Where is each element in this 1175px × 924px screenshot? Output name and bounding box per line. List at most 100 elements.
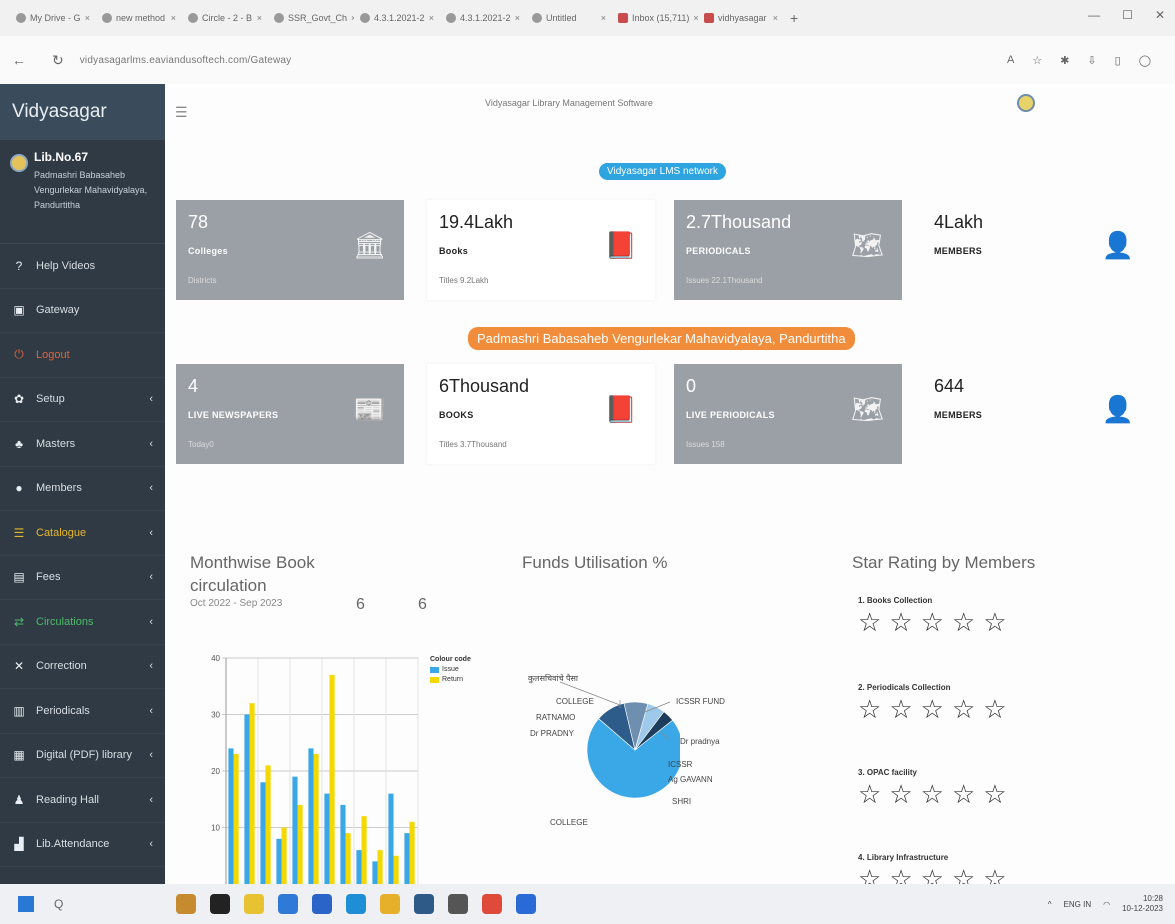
stat-card[interactable]: 4 LIVE NEWSPAPERS Today0 📰 (176, 364, 404, 464)
taskbar-app-icon[interactable] (346, 894, 366, 914)
map-icon: 🗺 (850, 230, 884, 260)
star-icon[interactable]: ☆ (952, 694, 975, 724)
file-icon: ▦ (13, 748, 25, 763)
url-field[interactable]: vidyasagarlms.eaviandusoftech.com/Gatewa… (80, 55, 292, 66)
browser-tab[interactable]: Inbox (15,711) × (612, 5, 698, 31)
stat-value: 78 (188, 212, 209, 232)
stat-label: MEMBERS (934, 410, 983, 420)
star-icon[interactable]: ☆ (921, 779, 944, 809)
star-icon[interactable]: ☆ (952, 779, 975, 809)
legend-swatch (430, 676, 439, 683)
tab-close-icon[interactable]: × (257, 13, 262, 23)
bar-issue-1 (228, 748, 234, 884)
tab-close-icon[interactable]: × (515, 13, 520, 23)
star-icon[interactable]: ☆ (858, 607, 881, 637)
maximize-icon[interactable]: ☐ (1122, 8, 1133, 22)
extensions-icon[interactable]: ✱ (1060, 54, 1069, 67)
taskbar-app-icon[interactable] (176, 894, 196, 914)
sidebar-item-correction[interactable]: ✕ Correction ‹ (0, 645, 165, 689)
sidebar-item-logout[interactable]: ⏻ Logout (0, 333, 165, 378)
tab-close-icon[interactable]: × (601, 13, 606, 23)
taskbar-app-icon[interactable] (244, 894, 264, 914)
taskbar-app-icon[interactable] (312, 894, 332, 914)
sidebar-item-members[interactable]: ● Members ‹ (0, 467, 165, 511)
star-icon[interactable]: ☆ (921, 607, 944, 637)
sidebar-item-help-videos[interactable]: ? Help Videos (0, 244, 165, 289)
star-icon[interactable]: ☆ (983, 607, 1006, 637)
stat-card[interactable]: 2.7Thousand PERIODICALS Issues 22.1Thousan… (674, 200, 902, 300)
profile-icon[interactable]: ◯ (1139, 54, 1151, 67)
close-icon[interactable]: ✕ (1155, 8, 1165, 22)
minimize-icon[interactable]: — (1088, 8, 1100, 22)
star-icon[interactable]: ☆ (889, 607, 912, 637)
stat-card[interactable]: 4Lakh MEMBERS 👤 (922, 200, 1152, 300)
star-icon[interactable]: ☆ (889, 864, 912, 886)
bar-issue-6 (308, 748, 314, 884)
translate-icon[interactable]: A (1007, 54, 1014, 67)
tab-close-icon[interactable]: × (85, 13, 90, 23)
stat-card[interactable]: 0 LIVE PERIODICALS Issues 158 🗺 (674, 364, 902, 464)
browser-tab[interactable]: Circle - 2 - B × (182, 5, 268, 31)
browser-tab[interactable]: Untitled × (526, 5, 612, 31)
bookmark-icon[interactable]: ☆ (1032, 54, 1042, 67)
star-icon[interactable]: ☆ (889, 779, 912, 809)
star-icon[interactable]: ☆ (983, 779, 1006, 809)
sidebar-item-periodicals[interactable]: ▥ Periodicals ‹ (0, 689, 165, 734)
star-icon[interactable]: ☆ (952, 607, 975, 637)
browser-tab[interactable]: new method × (96, 5, 182, 31)
clock[interactable]: 10:28 10-12-2023 (1122, 894, 1163, 914)
tab-close-icon[interactable]: × (171, 13, 176, 23)
back-icon[interactable]: ← (12, 52, 26, 69)
user-avatar-icon[interactable] (1017, 94, 1035, 112)
sidebar-item-digital-pdf-library[interactable]: ▦ Digital (PDF) library ‹ (0, 734, 165, 778)
taskbar-app-icon[interactable] (414, 894, 434, 914)
star-icon[interactable]: ☆ (921, 694, 944, 724)
sidebar-item-lib-attendance[interactable]: ▟ Lib.Attendance ‹ (0, 823, 165, 867)
download-icon[interactable]: ⇩ (1087, 54, 1096, 67)
star-icon[interactable]: ☆ (983, 694, 1006, 724)
sidebar-item-catalogue[interactable]: ☰ Catalogue ‹ (0, 511, 165, 556)
sidepanel-icon[interactable]: ▯ (1115, 54, 1121, 67)
taskbar-app-icon[interactable] (278, 894, 298, 914)
wifi-icon[interactable]: ◠ (1103, 900, 1110, 909)
user-icon: 👤 (1101, 394, 1134, 424)
tab-close-icon[interactable]: × (773, 13, 778, 23)
hamburger-icon[interactable]: ☰ (175, 104, 188, 121)
star-icon[interactable]: ☆ (921, 864, 944, 886)
star-icon[interactable]: ☆ (858, 779, 881, 809)
sidebar-item-circulations[interactable]: ⇄ Circulations ‹ (0, 600, 165, 645)
star-icon[interactable]: ☆ (858, 864, 881, 886)
browser-tab[interactable]: My Drive - G × (10, 5, 96, 31)
taskbar-app-icon[interactable] (380, 894, 400, 914)
star-icon[interactable]: ☆ (889, 694, 912, 724)
windows-start-icon[interactable] (18, 896, 34, 912)
star-icon[interactable]: ☆ (983, 864, 1006, 886)
stat-card[interactable]: 644 MEMBERS 👤 (922, 364, 1152, 464)
reload-icon[interactable]: ↻ (52, 52, 64, 69)
taskbar-app-icon[interactable] (482, 894, 502, 914)
sidebar-item-masters[interactable]: ♣ Masters ‹ (0, 422, 165, 467)
browser-tab[interactable]: 4.3.1.2021-2 × (354, 5, 440, 31)
taskbar-app-icon[interactable] (516, 894, 536, 914)
funds-title: Funds Utilisation % (522, 553, 668, 572)
brand-title[interactable]: Vidyasagar (0, 84, 165, 140)
star-icon[interactable]: ☆ (952, 864, 975, 886)
browser-tab[interactable]: SSR_Govt_Ch × (268, 5, 354, 31)
sidebar-item-fees[interactable]: ▤ Fees ‹ (0, 556, 165, 600)
language-indicator[interactable]: ENG IN (1064, 900, 1092, 909)
search-icon[interactable]: Q (54, 897, 63, 911)
tab-close-icon[interactable]: × (429, 13, 434, 23)
sidebar-item-setup[interactable]: ✿ Setup ‹ (0, 378, 165, 422)
sidebar-item-reading-hall[interactable]: ♟ Reading Hall ‹ (0, 778, 165, 823)
browser-tab[interactable]: vidhyasagar × (698, 5, 784, 31)
taskbar-app-icon[interactable] (210, 894, 230, 914)
new-tab-button[interactable]: + (790, 10, 798, 26)
taskbar-app-icon[interactable] (448, 894, 468, 914)
stat-card[interactable]: 78 Colleges Districts 🏛 (176, 200, 404, 300)
star-icon[interactable]: ☆ (858, 694, 881, 724)
browser-tab[interactable]: 4.3.1.2021-2 × (440, 5, 526, 31)
chevron-up-icon[interactable]: ^ (1048, 900, 1052, 909)
sidebar-item-gateway[interactable]: ▣ Gateway (0, 289, 165, 333)
stat-card[interactable]: 19.4Lakh Books Titles 9.2Lakh 📕 (427, 200, 655, 300)
stat-card[interactable]: 6Thousand BOOKS Titles 3.7Thousand 📕 (427, 364, 655, 464)
